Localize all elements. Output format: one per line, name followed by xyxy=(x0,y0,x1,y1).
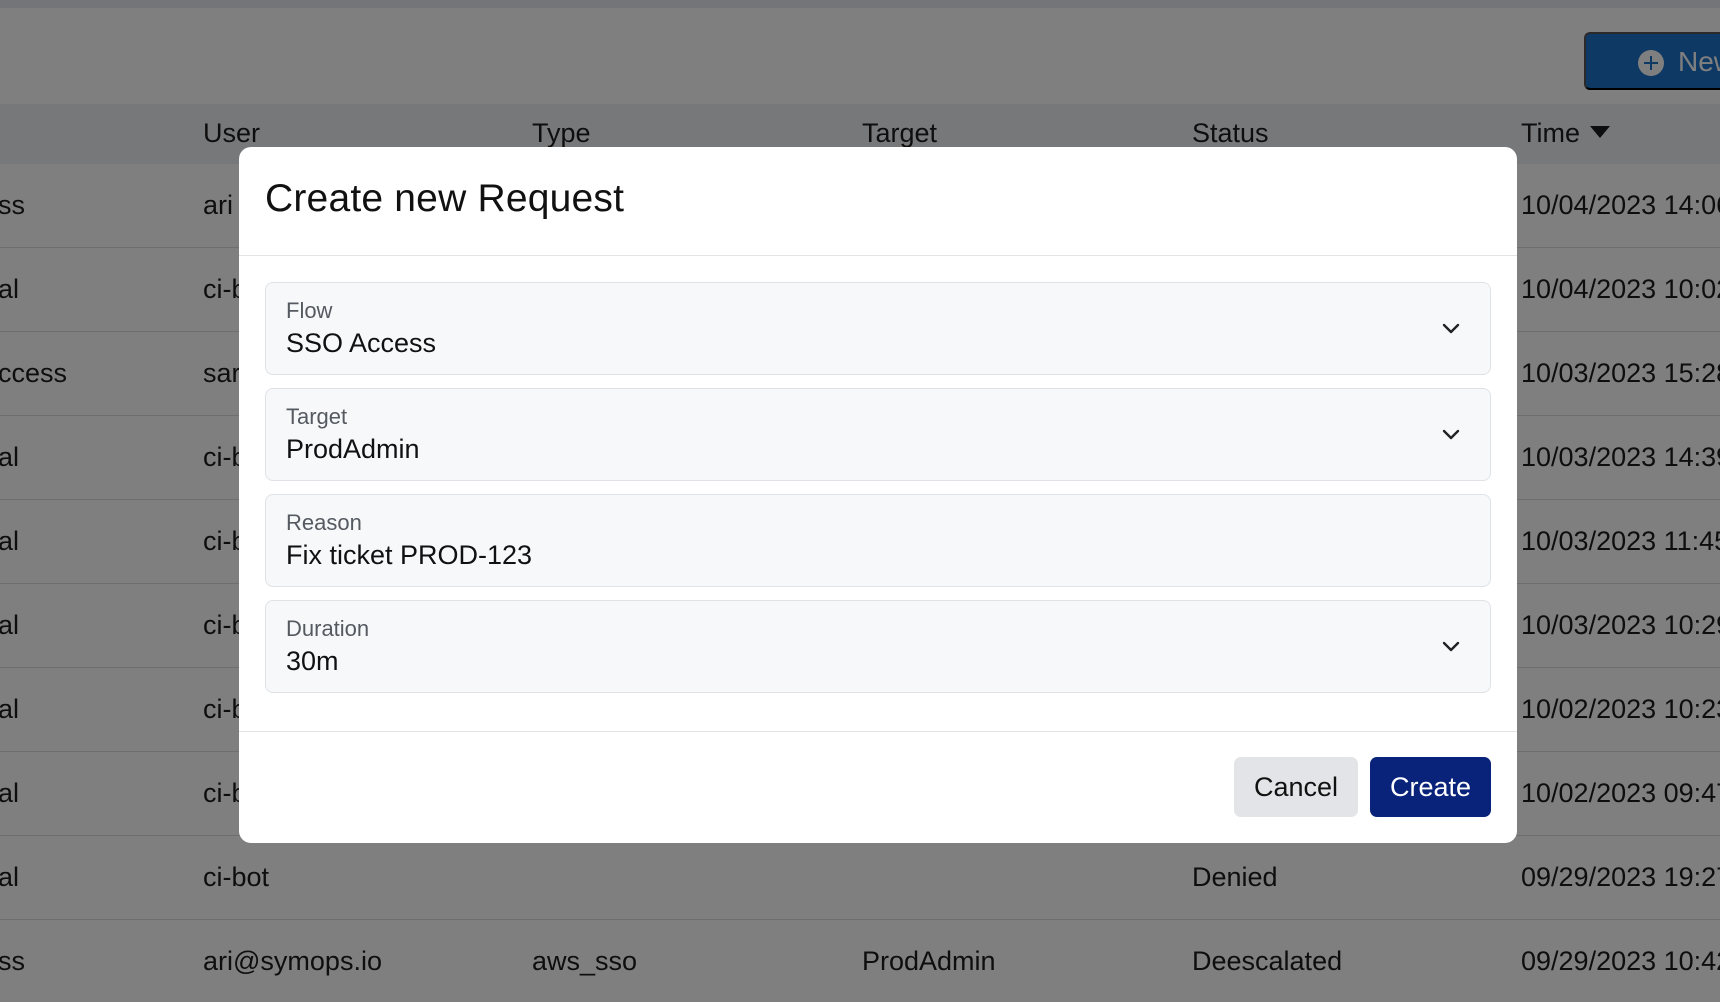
chevron-down-icon xyxy=(1442,429,1460,440)
create-request-modal: Create new Request Flow SSO Access Targe… xyxy=(239,147,1517,843)
cancel-button[interactable]: Cancel xyxy=(1234,757,1358,817)
modal-header: Create new Request xyxy=(239,147,1517,256)
flow-select[interactable]: Flow SSO Access xyxy=(265,282,1491,375)
target-value: ProdAdmin xyxy=(286,434,420,464)
chevron-down-icon xyxy=(1442,641,1460,652)
modal-title: Create new Request xyxy=(265,177,625,220)
modal-body: Flow SSO Access Target ProdAdmin Reason … xyxy=(265,282,1491,706)
reason-field[interactable]: Reason Fix ticket PROD-123 xyxy=(265,494,1491,587)
page: New User Type Target Status Time ssari10… xyxy=(0,0,1720,1002)
duration-label: Duration xyxy=(286,616,370,641)
target-label: Target xyxy=(286,404,348,429)
reason-value[interactable]: Fix ticket PROD-123 xyxy=(286,540,532,571)
duration-select[interactable]: Duration 30m xyxy=(265,600,1491,693)
create-button[interactable]: Create xyxy=(1370,757,1491,817)
chevron-down-icon xyxy=(1442,323,1460,334)
flow-label: Flow xyxy=(286,298,333,323)
flow-value: SSO Access xyxy=(286,328,437,358)
reason-label: Reason xyxy=(286,510,362,535)
duration-value: 30m xyxy=(286,646,339,676)
target-select[interactable]: Target ProdAdmin xyxy=(265,388,1491,481)
modal-footer: Cancel Create xyxy=(239,731,1517,843)
